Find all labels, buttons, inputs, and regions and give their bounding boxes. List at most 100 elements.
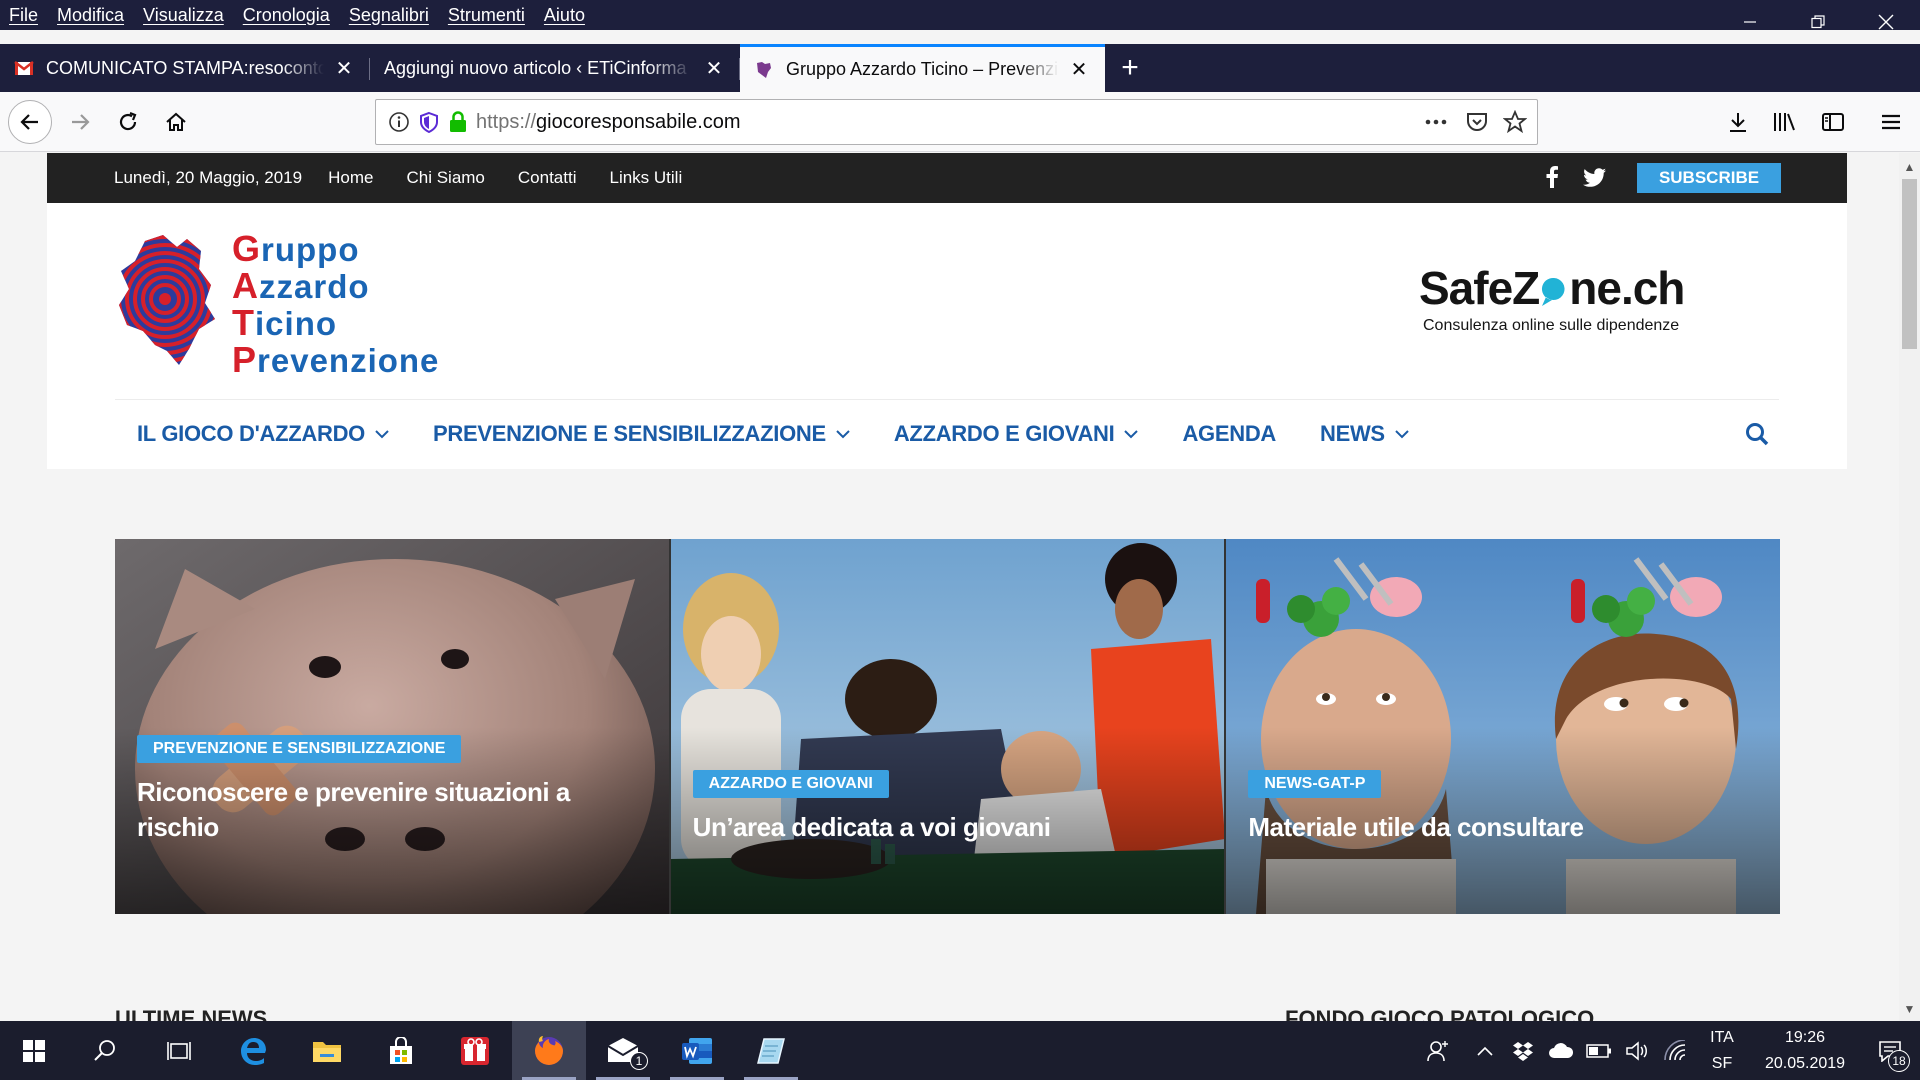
nav-label: AZZARDO E GIOVANI <box>893 421 1115 446</box>
back-button[interactable] <box>8 100 52 144</box>
scroll-down-arrow-icon[interactable]: ▼ <box>1899 999 1920 1019</box>
bookmark-star-icon[interactable] <box>1503 110 1527 134</box>
topbar-link-contatti[interactable]: Contatti <box>518 168 577 188</box>
menu-file[interactable]: File <box>9 5 38 26</box>
restore-button[interactable] <box>1784 0 1852 44</box>
tab-close-button[interactable]: ✕ <box>702 56 726 80</box>
ticino-map-logo-icon[interactable] <box>115 233 219 367</box>
library-button[interactable] <box>1763 100 1807 144</box>
scrollbar-thumb[interactable] <box>1902 179 1917 349</box>
page-scrollbar[interactable]: ▲ ▼ <box>1899 153 1920 1021</box>
post-category-badge[interactable]: AZZARDO E GIOVANI <box>692 770 889 798</box>
show-hidden-icons-button[interactable] <box>1466 1021 1504 1080</box>
task-view-button[interactable] <box>142 1021 216 1080</box>
edge-taskbar-button[interactable] <box>216 1021 290 1080</box>
featured-post-3[interactable]: NEWS-GAT-P Materiale utile da consultare <box>1226 539 1781 914</box>
menu-cronologia[interactable]: Cronologia <box>243 5 330 26</box>
scroll-up-arrow-icon[interactable]: ▲ <box>1899 157 1920 177</box>
menu-visualizza[interactable]: Visualizza <box>143 5 224 26</box>
system-clock[interactable]: 19:26 20.05.2019 <box>1750 1025 1860 1077</box>
menu-aiuto[interactable]: Aiuto <box>544 5 585 26</box>
minimize-icon <box>1744 21 1756 23</box>
chevron-down-icon <box>375 429 389 438</box>
lock-icon[interactable] <box>448 111 468 133</box>
subscribe-button[interactable]: SUBSCRIBE <box>1637 163 1781 193</box>
sidebar-button[interactable] <box>1811 100 1855 144</box>
tab-gruppo-azzardo[interactable]: Gruppo Azzardo Ticino – Prevenzione ✕ <box>740 44 1105 92</box>
tab-gmail[interactable]: COMUNICATO STAMPA:resoconto ✕ <box>0 44 370 92</box>
tab-close-button[interactable]: ✕ <box>1067 58 1091 82</box>
url-text[interactable]: https://giocoresponsabile.com <box>476 111 741 134</box>
onedrive-tray-button[interactable] <box>1542 1021 1580 1080</box>
new-tab-button[interactable]: + <box>1105 44 1155 92</box>
mail-taskbar-button[interactable]: 1 <box>586 1021 660 1080</box>
close-icon <box>1878 14 1894 30</box>
store-taskbar-button[interactable] <box>364 1021 438 1080</box>
site-logo-text[interactable]: Gruppo Azzardo Ticino Prevenzione <box>232 231 439 379</box>
minimize-button[interactable] <box>1716 0 1784 44</box>
start-button[interactable] <box>0 1021 68 1080</box>
address-bar[interactable]: https://giocoresponsabile.com <box>375 99 1538 145</box>
menu-strumenti[interactable]: Strumenti <box>448 5 525 26</box>
tab-wordpress[interactable]: Aggiungi nuovo articolo ‹ ETiCinforma ✕ <box>370 44 740 92</box>
chevron-down-icon <box>836 429 850 438</box>
forward-button[interactable] <box>58 100 102 144</box>
safezone-banner[interactable]: SafeZ ne.ch Consulenza online sulle dipen… <box>1419 261 1685 335</box>
featured-post-2[interactable]: AZZARDO E GIOVANI Un’area dedicata a voi… <box>670 539 1225 914</box>
post-category-badge[interactable]: NEWS-GAT-P <box>1248 770 1382 798</box>
input-language-indicator[interactable]: ITA SF <box>1694 1025 1750 1077</box>
nav-news[interactable]: NEWS <box>1320 421 1409 447</box>
arrow-right-icon <box>72 114 90 130</box>
safezone-title-part: SafeZ <box>1419 262 1540 314</box>
battery-tray-button[interactable] <box>1580 1021 1618 1080</box>
nav-azzardo-e-giovani[interactable]: AZZARDO E GIOVANI <box>894 421 1139 447</box>
topbar-link-links-utili[interactable]: Links Utili <box>609 168 682 188</box>
post-title[interactable]: Un’area dedicata a voi giovani <box>693 810 1185 845</box>
pocket-icon[interactable] <box>1465 110 1489 134</box>
tab-close-button[interactable]: ✕ <box>332 56 356 80</box>
firefox-taskbar-button[interactable] <box>512 1021 586 1080</box>
facebook-icon[interactable] <box>1545 166 1559 188</box>
featured-post-1[interactable]: PREVENZIONE E SENSIBILIZZAZIONE Riconosc… <box>115 539 669 914</box>
gift-app-taskbar-button[interactable] <box>438 1021 512 1080</box>
wifi-icon <box>1664 1039 1686 1060</box>
action-center-button[interactable]: 18 <box>1860 1021 1920 1080</box>
info-icon[interactable] <box>388 111 410 133</box>
menu-segnalibri[interactable]: Segnalibri <box>349 5 429 26</box>
people-button[interactable] <box>1410 1021 1466 1080</box>
nav-prevenzione-e-sensibilizzazione[interactable]: PREVENZIONE E SENSIBILIZZAZIONE <box>433 421 850 447</box>
post-title[interactable]: Riconoscere e prevenire situazioni a ris… <box>137 775 629 845</box>
fondo-gioco-heading: FONDO GIOCO PATOLOGICO <box>1285 1008 1595 1021</box>
downloads-button[interactable] <box>1716 100 1760 144</box>
sidebar-icon <box>1822 113 1844 131</box>
search-taskbar-button[interactable] <box>68 1021 142 1080</box>
app-menu-button[interactable] <box>1869 100 1913 144</box>
topbar-link-chi-siamo[interactable]: Chi Siamo <box>406 168 484 188</box>
restore-icon <box>1811 15 1825 29</box>
word-taskbar-button[interactable] <box>660 1021 734 1080</box>
arrow-left-icon <box>20 114 38 130</box>
logo-initial: P <box>232 339 258 380</box>
notes-taskbar-button[interactable] <box>734 1021 808 1080</box>
topbar-link-home[interactable]: Home <box>328 168 373 188</box>
language-code: ITA <box>1710 1028 1734 1046</box>
page-actions-icon[interactable] <box>1423 111 1449 133</box>
tracking-protection-shield-icon[interactable] <box>418 111 440 133</box>
logo-initial: A <box>232 265 259 306</box>
file-explorer-taskbar-button[interactable] <box>290 1021 364 1080</box>
logo-word-rest: icino <box>255 305 338 342</box>
dropbox-tray-button[interactable] <box>1504 1021 1542 1080</box>
reload-button[interactable] <box>106 100 150 144</box>
home-button[interactable] <box>154 100 198 144</box>
menu-modifica[interactable]: Modifica <box>57 5 124 26</box>
twitter-icon[interactable] <box>1583 166 1607 188</box>
search-icon[interactable] <box>1745 422 1769 446</box>
close-window-button[interactable] <box>1852 0 1920 44</box>
volume-tray-button[interactable] <box>1618 1021 1656 1080</box>
post-title[interactable]: Materiale utile da consultare <box>1248 810 1740 845</box>
post-category-badge[interactable]: PREVENZIONE E SENSIBILIZZAZIONE <box>137 735 462 763</box>
network-tray-button[interactable] <box>1656 1021 1694 1080</box>
edge-icon <box>241 1037 266 1065</box>
nav-il-gioco-d-azzardo[interactable]: IL GIOCO D'AZZARDO <box>137 421 389 447</box>
nav-agenda[interactable]: AGENDA <box>1182 421 1276 447</box>
